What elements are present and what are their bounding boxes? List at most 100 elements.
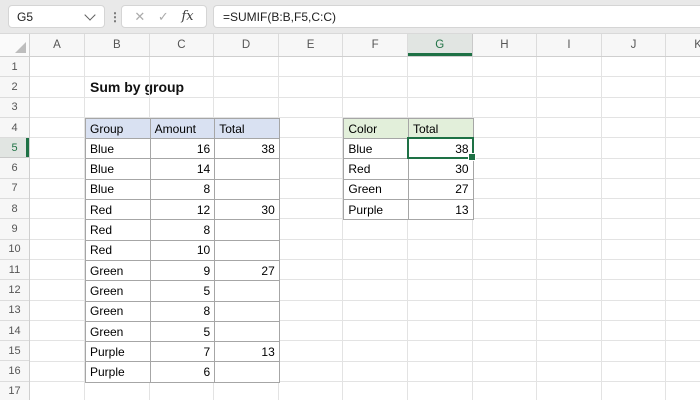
cell[interactable]	[215, 159, 280, 179]
row-header-9[interactable]: 9	[0, 219, 29, 239]
group-amount-table-header-group[interactable]: Group	[86, 119, 151, 139]
column-header-F[interactable]: F	[343, 34, 408, 56]
cell[interactable]: Red	[344, 159, 409, 179]
cell[interactable]: Purple	[86, 362, 151, 382]
cell[interactable]: Red	[86, 220, 151, 240]
cell[interactable]: 8	[151, 302, 216, 322]
cell[interactable]	[215, 241, 280, 261]
cell[interactable]: Green	[86, 322, 151, 342]
row-header-15[interactable]: 15	[0, 341, 29, 361]
cell[interactable]: Red	[86, 241, 151, 261]
cell[interactable]: Blue	[86, 180, 151, 200]
name-box[interactable]: G5	[8, 5, 105, 28]
cell[interactable]: 30	[409, 159, 474, 179]
cell[interactable]: 38	[409, 139, 474, 159]
color-total-table-header-color[interactable]: Color	[344, 119, 409, 139]
column-header-D[interactable]: D	[214, 34, 279, 56]
gridline	[407, 57, 408, 400]
chevron-down-icon[interactable]	[84, 9, 95, 20]
cell[interactable]	[215, 302, 280, 322]
cell[interactable]: 8	[151, 220, 216, 240]
cancel-icon[interactable]: ✕	[134, 10, 145, 23]
gridline	[601, 57, 602, 400]
insert-function-icon[interactable]: fx	[181, 9, 193, 24]
row-header-10[interactable]: 10	[0, 240, 29, 260]
cell[interactable]: 7	[151, 342, 216, 362]
more-options-dots-icon[interactable]: ⋮	[109, 5, 121, 28]
cell[interactable]: Green	[344, 180, 409, 200]
gridline	[342, 57, 343, 400]
cell[interactable]: 12	[151, 200, 216, 220]
cell[interactable]	[215, 362, 280, 382]
cell[interactable]: Green	[86, 302, 151, 322]
color-total-table: ColorTotalBlue38Red30Green27Purple13	[343, 118, 473, 220]
cell[interactable]: Green	[86, 261, 151, 281]
cell[interactable]: Purple	[344, 200, 409, 220]
formula-buttons: ✕ ✓ fx	[121, 5, 207, 28]
cell-grid[interactable]: Sum by group GroupAmountTotalBlue1638Blu…	[30, 57, 700, 400]
cell[interactable]: 13	[215, 342, 280, 362]
row-header-6[interactable]: 6	[0, 158, 29, 178]
cell[interactable]: 8	[151, 180, 216, 200]
cell[interactable]: Green	[86, 281, 151, 301]
row-header-13[interactable]: 13	[0, 301, 29, 321]
color-total-table-header-total[interactable]: Total	[409, 119, 474, 139]
column-headers: ABCDEFGHIJK	[30, 34, 700, 57]
row-header-16[interactable]: 16	[0, 361, 29, 381]
row-headers: 1234567891011121314151617	[0, 57, 30, 400]
column-header-I[interactable]: I	[537, 34, 602, 56]
excel-window: G5 ⋮ ✕ ✓ fx =SUMIF(B:B,F5,C:C) ABCDEFGHI…	[0, 0, 700, 400]
row-header-1[interactable]: 1	[0, 57, 29, 77]
cell[interactable]: 38	[215, 139, 280, 159]
sheet-title-cell[interactable]: Sum by group	[90, 77, 184, 97]
gridline	[536, 57, 537, 400]
enter-icon[interactable]: ✓	[158, 10, 169, 23]
row-header-5[interactable]: 5	[0, 138, 29, 158]
cell[interactable]: Blue	[86, 159, 151, 179]
cell[interactable]	[215, 180, 280, 200]
cell[interactable]	[215, 281, 280, 301]
select-all-corner[interactable]	[0, 34, 30, 57]
cell[interactable]: Purple	[86, 342, 151, 362]
column-header-G[interactable]: G	[408, 34, 473, 56]
group-amount-table-header-amount[interactable]: Amount	[151, 119, 216, 139]
column-header-J[interactable]: J	[602, 34, 667, 56]
cell[interactable]: 10	[151, 241, 216, 261]
fill-handle[interactable]	[468, 153, 476, 161]
name-box-value: G5	[9, 10, 86, 24]
select-all-triangle-icon	[15, 42, 26, 53]
cell[interactable]: 13	[409, 200, 474, 220]
cell[interactable]	[215, 322, 280, 342]
gridline	[665, 57, 666, 400]
row-header-11[interactable]: 11	[0, 260, 29, 280]
cell[interactable]: 9	[151, 261, 216, 281]
column-header-K[interactable]: K	[666, 34, 700, 56]
cell[interactable]: Blue	[86, 139, 151, 159]
cell[interactable]: 27	[215, 261, 280, 281]
cell[interactable]: 30	[215, 200, 280, 220]
cell[interactable]: 16	[151, 139, 216, 159]
cell[interactable]: 6	[151, 362, 216, 382]
row-header-14[interactable]: 14	[0, 321, 29, 341]
cell[interactable]: Blue	[344, 139, 409, 159]
row-header-7[interactable]: 7	[0, 179, 29, 199]
row-header-4[interactable]: 4	[0, 118, 29, 138]
column-header-C[interactable]: C	[150, 34, 215, 56]
cell[interactable]: 5	[151, 281, 216, 301]
row-header-12[interactable]: 12	[0, 280, 29, 300]
cell[interactable]: Red	[86, 200, 151, 220]
row-header-2[interactable]: 2	[0, 77, 29, 97]
row-header-8[interactable]: 8	[0, 199, 29, 219]
column-header-H[interactable]: H	[473, 34, 538, 56]
row-header-17[interactable]: 17	[0, 382, 29, 400]
formula-input[interactable]: =SUMIF(B:B,F5,C:C)	[213, 5, 700, 28]
column-header-E[interactable]: E	[279, 34, 344, 56]
column-header-A[interactable]: A	[30, 34, 85, 56]
column-header-B[interactable]: B	[85, 34, 150, 56]
cell[interactable]: 14	[151, 159, 216, 179]
group-amount-table-header-total[interactable]: Total	[215, 119, 280, 139]
cell[interactable]	[215, 220, 280, 240]
row-header-3[interactable]: 3	[0, 98, 29, 118]
cell[interactable]: 27	[409, 180, 474, 200]
cell[interactable]: 5	[151, 322, 216, 342]
